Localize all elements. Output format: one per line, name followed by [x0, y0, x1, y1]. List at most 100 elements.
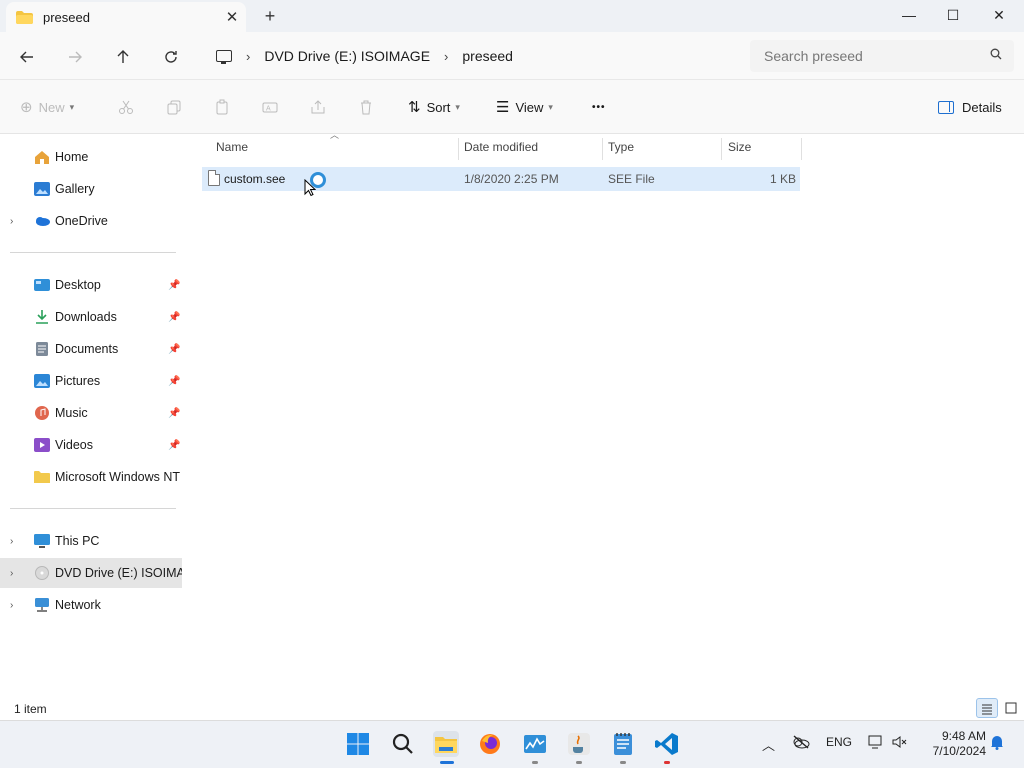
svg-text:A: A — [266, 106, 271, 113]
search-input[interactable]: Search preseed — [750, 40, 1014, 72]
details-view-button[interactable] — [976, 698, 998, 718]
tab-preseed[interactable]: preseed ✕ — [6, 2, 246, 32]
start-button[interactable] — [345, 731, 371, 757]
sidebar-item-gallery[interactable]: Gallery — [0, 174, 182, 204]
pin-icon[interactable]: 📌 — [168, 312, 180, 323]
sidebar-item-label: Network — [55, 598, 101, 612]
sidebar-item-this-pc[interactable]: › This PC — [0, 526, 182, 556]
status-bar: 1 item — [0, 694, 1024, 720]
sidebar-item-label: OneDrive — [55, 214, 108, 228]
refresh-button[interactable] — [156, 42, 186, 72]
chevron-right-icon[interactable]: › — [444, 49, 448, 64]
chevron-down-icon: ▾ — [548, 101, 553, 112]
home-icon — [34, 150, 50, 164]
notification-bell-icon[interactable] — [990, 734, 1004, 753]
chevron-right-icon[interactable]: › — [10, 216, 13, 227]
chevron-down-icon: ▾ — [455, 101, 460, 112]
title-bar: preseed ✕ + — ☐ ✕ — [0, 0, 1024, 32]
sidebar-item-label: Microsoft Windows NT 3 — [55, 470, 182, 484]
taskbar-vscode[interactable] — [654, 731, 680, 757]
sidebar-item-onedrive[interactable]: › OneDrive — [0, 206, 182, 236]
sidebar-item-home[interactable]: Home — [0, 142, 182, 172]
column-separator[interactable] — [801, 138, 802, 160]
details-pane-button[interactable]: Details — [938, 96, 1002, 118]
cut-button[interactable] — [118, 96, 134, 118]
chevron-right-icon[interactable]: › — [10, 568, 13, 579]
new-label: New — [38, 99, 65, 115]
forward-button[interactable] — [60, 42, 90, 72]
taskbar-notepad[interactable] — [610, 731, 636, 757]
table-row[interactable]: custom.see 1/8/2020 2:25 PM SEE File 1 K… — [202, 167, 800, 197]
pin-icon[interactable]: 📌 — [168, 344, 180, 355]
view-button[interactable]: ☰ View ▾ — [496, 96, 553, 118]
taskbar-firefox[interactable] — [477, 731, 503, 757]
sidebar-item-label: This PC — [55, 534, 100, 548]
delete-button[interactable] — [358, 96, 374, 118]
sidebar-item-documents[interactable]: Documents 📌 — [0, 334, 182, 364]
sidebar-item-label: Desktop — [55, 278, 101, 292]
column-header-name[interactable]: Name — [208, 134, 458, 160]
up-button[interactable] — [108, 42, 138, 72]
show-hidden-icons-chevron-up-icon[interactable]: ︿ — [762, 735, 775, 754]
clock-date: 7/10/2024 — [932, 744, 986, 758]
search-placeholder: Search preseed — [764, 48, 863, 64]
more-options-button[interactable]: ••• — [592, 96, 606, 118]
column-header-size[interactable]: Size — [720, 134, 800, 160]
tiles-view-button[interactable] — [1000, 698, 1022, 718]
sidebar-item-downloads[interactable]: Downloads 📌 — [0, 302, 182, 332]
sidebar-item-network[interactable]: › Network — [0, 590, 182, 620]
cloud-offline-icon[interactable] — [792, 735, 810, 752]
new-tab-button[interactable]: + — [258, 4, 282, 28]
system-clock[interactable]: 9:48 AM 7/10/2024 — [914, 729, 986, 759]
network-status-icon[interactable] — [868, 735, 884, 752]
pin-icon[interactable]: 📌 — [168, 280, 180, 291]
close-window-button[interactable]: ✕ — [976, 0, 1022, 32]
chevron-right-icon[interactable]: › — [10, 600, 13, 611]
gallery-icon — [34, 182, 50, 196]
breadcrumb-preseed[interactable]: preseed — [462, 48, 513, 64]
file-icon — [208, 170, 220, 186]
computer-icon — [34, 534, 50, 548]
column-header-type[interactable]: Type — [600, 134, 720, 160]
sidebar-item-label: Downloads — [55, 310, 117, 324]
address-bar[interactable]: › DVD Drive (E:) ISOIMAGE › preseed — [206, 40, 740, 72]
rename-button[interactable]: A — [262, 96, 278, 118]
command-bar: ⊕ New ▾ A ⇅ Sort ▾ ☰ View ▾ ••• Details — [0, 80, 1024, 134]
picture-icon — [34, 374, 50, 388]
pin-icon[interactable]: 📌 — [168, 440, 180, 451]
sidebar-item-dvd-drive[interactable]: › DVD Drive (E:) ISOIMAGE — [0, 558, 182, 588]
rename-icon: A — [262, 102, 278, 113]
taskbar-java[interactable] — [566, 731, 592, 757]
taskbar-search-button[interactable] — [390, 731, 416, 757]
chevron-right-icon[interactable]: › — [10, 536, 13, 547]
sidebar-item-desktop[interactable]: Desktop 📌 — [0, 270, 182, 300]
details-pane-icon — [938, 100, 954, 114]
sidebar-item-music[interactable]: Music 📌 — [0, 398, 182, 428]
pin-icon[interactable]: 📌 — [168, 408, 180, 419]
copy-button[interactable] — [166, 96, 182, 118]
address-row: › DVD Drive (E:) ISOIMAGE › preseed Sear… — [0, 32, 1024, 80]
volume-muted-icon[interactable] — [892, 735, 908, 752]
sort-button[interactable]: ⇅ Sort ▾ — [408, 96, 460, 118]
maximize-button[interactable]: ☐ — [930, 0, 976, 32]
taskbar-file-explorer[interactable] — [433, 731, 459, 757]
vscode-icon — [655, 733, 678, 755]
paste-button[interactable] — [214, 96, 230, 118]
pin-icon[interactable]: 📌 — [168, 376, 180, 387]
chevron-right-icon[interactable]: › — [246, 49, 250, 64]
search-icon — [990, 48, 1002, 63]
breadcrumb-dvd-drive[interactable]: DVD Drive (E:) ISOIMAGE — [264, 48, 430, 64]
sidebar-item-pictures[interactable]: Pictures 📌 — [0, 366, 182, 396]
column-header-date-modified[interactable]: Date modified — [456, 134, 600, 160]
taskbar-task-manager[interactable] — [522, 731, 548, 757]
back-button[interactable] — [12, 42, 42, 72]
sidebar-item-microsoft-windows-nt[interactable]: Microsoft Windows NT 3 — [0, 462, 182, 492]
details-view-icon — [982, 704, 992, 715]
minimize-button[interactable]: — — [886, 0, 932, 32]
sidebar-item-videos[interactable]: Videos 📌 — [0, 430, 182, 460]
share-button[interactable] — [310, 96, 326, 118]
clipboard-icon — [216, 99, 228, 115]
new-button[interactable]: ⊕ New ▾ — [20, 96, 74, 118]
close-tab-icon[interactable]: ✕ — [218, 8, 246, 26]
input-language[interactable]: ENG — [826, 735, 852, 749]
